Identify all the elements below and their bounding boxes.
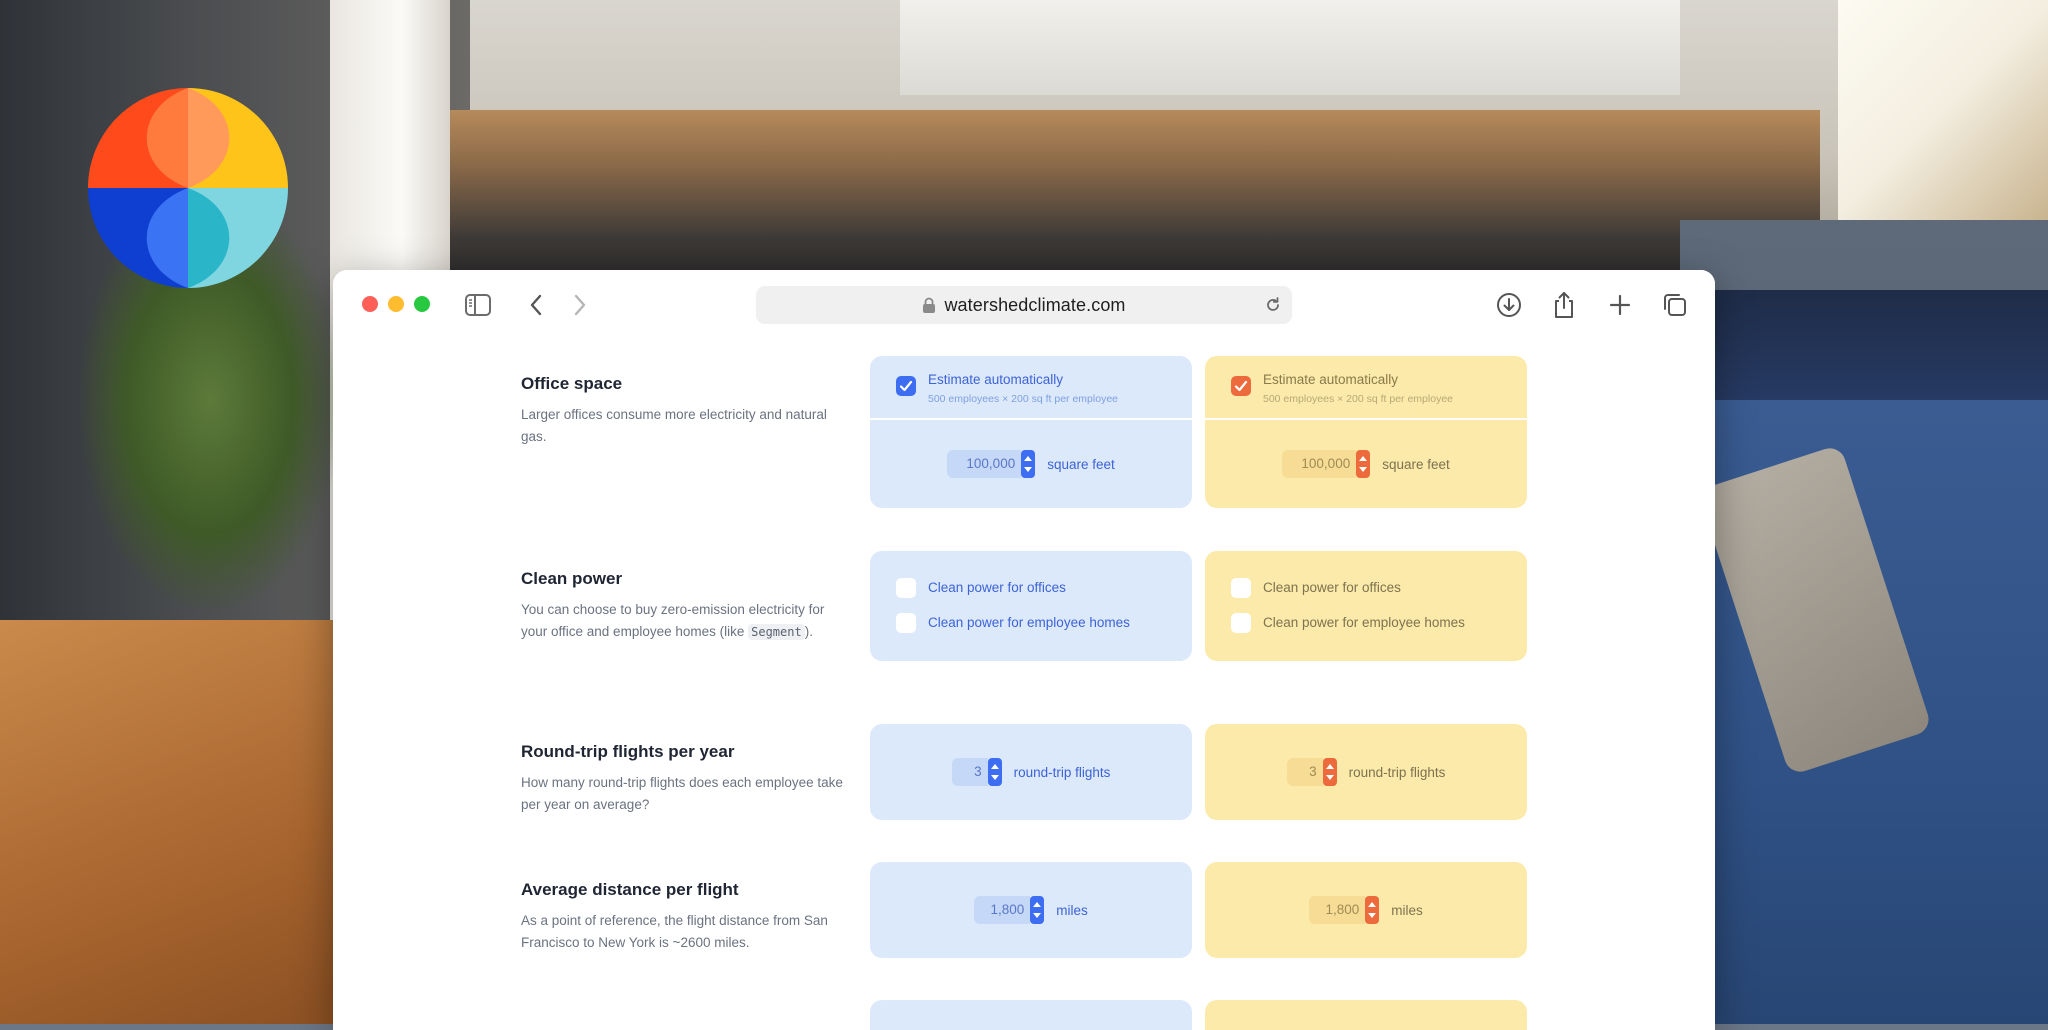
stepper-arrows-icon[interactable]: [987, 758, 1002, 786]
flights-card-scenario-a: 3 round-trip flights: [870, 724, 1192, 820]
stepper-arrows-icon[interactable]: [1021, 450, 1036, 478]
flights-stepper[interactable]: 3: [1286, 758, 1337, 786]
stepper-arrows-icon[interactable]: [1322, 758, 1337, 786]
distance-info: Average distance per flight As a point o…: [521, 880, 851, 953]
clean-power-card-scenario-a: Clean power for offices Clean power for …: [870, 551, 1192, 661]
estimate-formula: 500 employees × 200 sq ft per employee: [928, 393, 1118, 405]
clean-power-homes-checkbox[interactable]: [896, 613, 916, 633]
next-row-card-scenario-a: [870, 1000, 1192, 1030]
office-space-title: Office space: [521, 374, 623, 393]
distance-unit: miles: [1056, 902, 1088, 918]
flights-stepper[interactable]: 3: [951, 758, 1002, 786]
estimate-automatically-checkbox[interactable]: [1231, 376, 1251, 396]
checkmark-icon: [899, 380, 913, 392]
distance-stepper[interactable]: 1,800: [974, 896, 1045, 924]
clean-power-offices-label[interactable]: Clean power for offices: [1263, 580, 1401, 595]
distance-stepper[interactable]: 1,800: [1309, 896, 1380, 924]
checkmark-icon: [1234, 380, 1248, 392]
square-feet-unit: square feet: [1047, 456, 1115, 472]
distance-value[interactable]: 1,800: [1309, 896, 1366, 924]
flights-description: How many round-trip flights does each em…: [521, 775, 843, 812]
stepper-arrows-icon[interactable]: [1365, 896, 1380, 924]
square-feet-stepper[interactable]: 100,000: [1282, 450, 1371, 478]
segment-code: Segment: [748, 623, 805, 640]
browser-window: watershedclimate.com Office space Larger…: [333, 270, 1715, 1030]
flights-unit: round-trip flights: [1348, 764, 1446, 780]
back-icon[interactable]: [523, 292, 549, 318]
distance-title: Average distance per flight: [521, 880, 739, 899]
reload-icon[interactable]: [1264, 296, 1282, 319]
forward-icon[interactable]: [567, 292, 593, 318]
distance-unit: miles: [1391, 902, 1423, 918]
address-bar-url: watershedclimate.com: [944, 294, 1126, 315]
sidebar-toggle-icon[interactable]: [465, 292, 491, 318]
clean-power-homes-checkbox[interactable]: [1231, 613, 1251, 633]
close-window-button[interactable]: [362, 296, 378, 312]
distance-card-scenario-a: 1,800 miles: [870, 862, 1192, 958]
square-feet-value[interactable]: 100,000: [1282, 450, 1357, 478]
flights-value[interactable]: 3: [951, 758, 988, 786]
office-space-card-scenario-b: Estimate automatically 500 employees × 2…: [1205, 356, 1527, 508]
stepper-arrows-icon[interactable]: [1030, 896, 1045, 924]
square-feet-unit: square feet: [1382, 456, 1450, 472]
office-space-info: Office space Larger offices consume more…: [521, 374, 851, 447]
download-icon[interactable]: [1496, 292, 1522, 318]
tab-overview-icon[interactable]: [1662, 292, 1688, 318]
clean-power-homes-label[interactable]: Clean power for employee homes: [1263, 615, 1465, 630]
flights-unit: round-trip flights: [1013, 764, 1111, 780]
clean-power-offices-checkbox[interactable]: [1231, 578, 1251, 598]
clean-power-info: Clean power You can choose to buy zero-e…: [521, 569, 851, 643]
minimize-window-button[interactable]: [388, 296, 404, 312]
estimate-automatically-checkbox[interactable]: [896, 376, 916, 396]
estimate-formula: 500 employees × 200 sq ft per employee: [1263, 393, 1453, 405]
clean-power-card-scenario-b: Clean power for offices Clean power for …: [1205, 551, 1527, 661]
stepper-arrows-icon[interactable]: [1356, 450, 1371, 478]
estimate-automatically-label: Estimate automatically: [1263, 372, 1399, 387]
next-row-card-scenario-b: [1205, 1000, 1527, 1030]
distance-card-scenario-b: 1,800 miles: [1205, 862, 1527, 958]
flights-title: Round-trip flights per year: [521, 742, 735, 761]
clean-power-offices-checkbox[interactable]: [896, 578, 916, 598]
address-bar[interactable]: watershedclimate.com: [756, 286, 1292, 324]
clean-power-homes-label[interactable]: Clean power for employee homes: [928, 615, 1130, 630]
square-feet-value[interactable]: 100,000: [947, 450, 1022, 478]
watershed-logo: [88, 88, 288, 288]
clean-power-description: You can choose to buy zero-emission elec…: [521, 602, 825, 640]
page-content: Office space Larger offices consume more…: [333, 342, 1715, 1030]
square-feet-stepper[interactable]: 100,000: [947, 450, 1036, 478]
clean-power-title: Clean power: [521, 569, 623, 588]
browser-toolbar: watershedclimate.com: [333, 270, 1715, 343]
new-tab-icon[interactable]: [1607, 292, 1633, 318]
flights-card-scenario-b: 3 round-trip flights: [1205, 724, 1527, 820]
estimate-automatically-label: Estimate automatically: [928, 372, 1064, 387]
zoom-window-button[interactable]: [414, 296, 430, 312]
clean-power-offices-label[interactable]: Clean power for offices: [928, 580, 1066, 595]
office-space-card-scenario-a: Estimate automatically 500 employees × 2…: [870, 356, 1192, 508]
flights-value[interactable]: 3: [1286, 758, 1323, 786]
flights-info: Round-trip flights per year How many rou…: [521, 742, 851, 815]
lock-icon: [923, 297, 936, 313]
share-icon[interactable]: [1551, 292, 1577, 318]
distance-value[interactable]: 1,800: [974, 896, 1031, 924]
distance-description: As a point of reference, the flight dist…: [521, 913, 828, 950]
office-space-description: Larger offices consume more electricity …: [521, 407, 827, 444]
